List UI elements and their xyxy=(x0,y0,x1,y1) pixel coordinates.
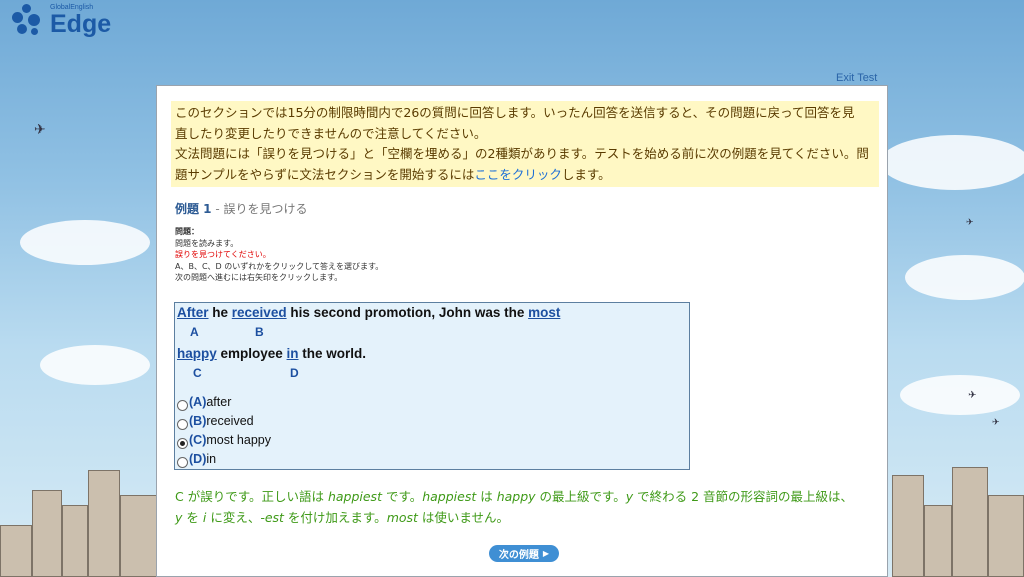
question-sentence-line-1: After he received his second promotion, … xyxy=(177,305,560,320)
instruction-line-highlight: 誤りを見つけてください。 xyxy=(175,250,271,259)
bird-icon: ✈ xyxy=(992,418,1000,428)
letter-b-label: B xyxy=(255,325,264,339)
option-letter: (C) xyxy=(189,433,207,447)
option-letter: (A) xyxy=(189,395,207,409)
example-type: 誤りを見つける xyxy=(223,202,308,216)
city-skyline-left xyxy=(0,467,160,577)
cloud-decoration xyxy=(20,220,150,265)
example-title: 例題 1 - 誤りを見つける xyxy=(175,200,308,217)
instructions: 問題： 問題を読みます。 誤りを見つけてください。 A、B、C、D のいずれかを… xyxy=(175,226,383,284)
option-text: in xyxy=(206,452,217,466)
skip-sample-link[interactable]: ここをクリック xyxy=(474,167,562,182)
choice-c-word-happy[interactable]: happy xyxy=(177,346,217,361)
radio-button[interactable] xyxy=(177,457,188,468)
notice-line-4: 題サンプルをやらずに文法セクションを開始するにはここをクリックします。 xyxy=(175,165,875,186)
notice-line-2: 直したり変更したりできませんので注意してください。 xyxy=(175,125,487,141)
section-notice: このセクションでは15分の制限時間内で26の質問に回答します。いったん回答を送信… xyxy=(171,101,879,187)
instruction-line: A、B、C、D のいずれかをクリックして答えを選びます。 xyxy=(175,261,384,271)
choice-a-word[interactable]: After xyxy=(177,305,209,320)
globalenglish-edge-logo: GlobalEnglish Edge xyxy=(8,2,111,38)
notice-line-3: 文法問題には「誤りを見つける」と「空欄を埋める」の2種類があります。テストを始め… xyxy=(175,146,869,161)
instruction-line: 次の問題へ進むには右矢印をクリックします。 xyxy=(175,273,343,282)
instructions-heading: 問題： xyxy=(175,227,199,236)
arrow-right-icon: ▶ xyxy=(542,549,550,558)
next-example-label: 次の例題 xyxy=(498,550,539,561)
answer-explanation: C が誤りです。正しい語は happiest です。happiest は hap… xyxy=(175,487,875,528)
globe-dots-icon xyxy=(8,2,46,38)
bird-icon: ✈ xyxy=(34,122,46,138)
example-separator: - xyxy=(211,202,224,216)
next-example-button[interactable]: 次の例題 ▶ xyxy=(489,545,559,562)
sentence-text: his second promotion, John was the xyxy=(286,305,529,320)
sentence-text: the world. xyxy=(298,346,367,361)
instruction-line: 問題を読みます。 xyxy=(175,238,239,248)
option-letter: (D) xyxy=(189,452,207,466)
notice-line-1: このセクションでは15分の制限時間内で26の質問に回答します。いったん回答を送信… xyxy=(175,105,855,120)
choice-c-word-most[interactable]: most xyxy=(528,305,560,320)
answer-line-2: y を i に変え、-est を付け加えます。most は使いません。 xyxy=(175,509,510,525)
option-b[interactable]: (B) received xyxy=(177,414,254,430)
exit-test-link[interactable]: Exit Test xyxy=(836,72,877,84)
cloud-decoration xyxy=(880,135,1024,190)
sentence-text: employee xyxy=(216,346,287,361)
letter-a-label: A xyxy=(190,325,199,339)
letter-c-label: C xyxy=(193,366,202,380)
notice-line-4-end: します。 xyxy=(561,166,611,182)
notice-line-4-text: 題サンプルをやらずに文法セクションを開始するには xyxy=(175,166,475,182)
city-skyline-right xyxy=(888,467,1024,577)
option-text: received xyxy=(206,414,254,428)
option-text: most happy xyxy=(206,433,271,447)
sentence-text: he xyxy=(208,305,232,320)
example-label: 例題 1 xyxy=(175,202,212,216)
radio-button-selected[interactable] xyxy=(177,438,188,449)
logo-brand-text: Edge xyxy=(50,10,112,38)
cloud-decoration xyxy=(905,255,1024,300)
answer-line-1: C が誤りです。正しい語は happiest です。happiest は hap… xyxy=(175,489,854,504)
cloud-decoration xyxy=(40,345,150,385)
letter-d-label: D xyxy=(290,366,299,380)
question-sentence-line-2: happy employee in the world. xyxy=(177,346,366,361)
option-c[interactable]: (C) most happy xyxy=(177,433,271,449)
option-a[interactable]: (A) after xyxy=(177,395,232,411)
option-text: after xyxy=(206,395,232,409)
cloud-decoration xyxy=(900,375,1020,415)
choice-d-word[interactable]: in xyxy=(287,346,299,361)
option-letter: (B) xyxy=(189,414,207,428)
question-box: After he received his second promotion, … xyxy=(174,302,690,470)
radio-button[interactable] xyxy=(177,400,188,411)
choice-b-word[interactable]: received xyxy=(232,305,287,320)
bird-icon: ✈ xyxy=(968,390,977,401)
test-panel: このセクションでは15分の制限時間内で26の質問に回答します。いったん回答を送信… xyxy=(156,85,888,577)
bird-icon: ✈ xyxy=(966,218,974,228)
option-d[interactable]: (D) in xyxy=(177,452,217,468)
radio-button[interactable] xyxy=(177,419,188,430)
